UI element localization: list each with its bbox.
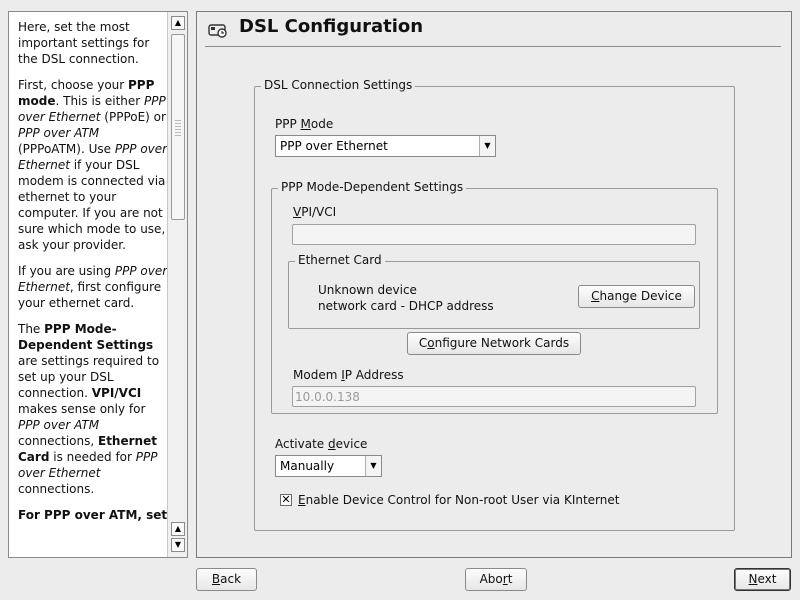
- select-value: Manually: [280, 459, 335, 473]
- help-text-span: connections,: [18, 434, 98, 448]
- label-text: PI/VCI: [301, 205, 337, 219]
- label-text: nable Device Control for Non-root User v…: [305, 493, 620, 507]
- activate-device-label: Activate device: [275, 437, 367, 451]
- group-title: DSL Connection Settings: [261, 78, 416, 92]
- label-text: PPP: [275, 117, 301, 131]
- button-label: ext: [757, 572, 777, 586]
- label-text: P Address: [344, 368, 404, 382]
- next-button[interactable]: Next: [734, 568, 791, 591]
- dsl-modem-icon: [208, 24, 227, 38]
- help-text-span: is needed for: [49, 450, 136, 464]
- group-title: PPP Mode-Dependent Settings: [278, 180, 467, 194]
- label-text: evice: [335, 437, 368, 451]
- chevron-down-icon[interactable]: ▼: [479, 136, 495, 156]
- chevron-down-icon[interactable]: ▼: [365, 456, 381, 476]
- group-title: Ethernet Card: [295, 253, 385, 267]
- modem-ip-label: Modem IP Address: [293, 368, 404, 382]
- button-label: B: [211, 572, 221, 586]
- dsl-connection-settings-group: DSL Connection Settings PPP Mode PPP ove…: [254, 78, 735, 531]
- scroll-up-arrow-icon[interactable]: ▲: [171, 522, 185, 536]
- help-text-span: (PPPoATM). Use: [18, 142, 115, 156]
- ppp-mode-dependent-settings-group: PPP Mode-Dependent Settings VPI/VCI Ethe…: [271, 180, 718, 414]
- help-paragraph: For PPP over ATM, set: [18, 507, 168, 523]
- label-text: V: [293, 205, 302, 219]
- label-text: E: [298, 493, 306, 507]
- scrollbar-thumb[interactable]: [171, 34, 185, 220]
- content-pane: DSL Configuration DSL Connection Setting…: [196, 11, 792, 558]
- button-label: Abo: [479, 572, 503, 586]
- help-text-span: Here, set the most important settings fo…: [18, 20, 150, 66]
- help-pane[interactable]: Here, set the most important settings fo…: [8, 11, 188, 558]
- help-paragraph: First, choose your PPP mode. This is eit…: [18, 77, 168, 253]
- label-text: Modem: [293, 368, 342, 382]
- label-text: M: [300, 117, 311, 131]
- help-text-span: . This is either: [55, 94, 145, 108]
- ppp-mode-label: PPP Mode: [275, 117, 333, 131]
- help-paragraph: Here, set the most important settings fo…: [18, 19, 168, 67]
- help-text-span: connections.: [18, 482, 95, 496]
- scroll-up-arrow-icon[interactable]: ▲: [171, 16, 185, 30]
- title-divider: [205, 46, 781, 47]
- page-title: DSL Configuration: [239, 16, 424, 37]
- vpi-vci-label: VPI/VCI: [293, 205, 336, 219]
- help-text-span: (PPPoE) or: [100, 110, 166, 124]
- configure-network-cards-button[interactable]: Configure Network Cards: [407, 332, 581, 355]
- help-text-span: PPP over ATM: [18, 418, 100, 432]
- label-text: Activate: [275, 437, 328, 451]
- help-text-span: VPI/VCI: [91, 386, 142, 400]
- help-paragraph: The PPP Mode-Dependent Settings are sett…: [18, 321, 168, 497]
- help-text-span: The: [18, 322, 45, 336]
- label-text: ode: [310, 117, 334, 131]
- help-text: Here, set the most important settings fo…: [18, 19, 168, 533]
- help-text-span: if your DSL modem is connected via ether…: [18, 158, 166, 252]
- ethernet-card-group: Ethernet Card Unknown device network car…: [288, 253, 700, 329]
- vpi-vci-field[interactable]: [292, 224, 696, 245]
- nonroot-control-label[interactable]: Enable Device Control for Non-root User …: [298, 493, 619, 507]
- scroll-down-arrow-icon[interactable]: ▼: [171, 538, 185, 552]
- button-label: hange Device: [599, 289, 682, 303]
- label-text: d: [328, 437, 336, 451]
- button-label: o: [427, 336, 435, 350]
- change-device-button[interactable]: Change Device: [578, 285, 695, 308]
- ethernet-device-description: network card - DHCP address: [318, 299, 494, 313]
- select-value: PPP over Ethernet: [280, 139, 388, 153]
- grip-icon: [175, 120, 181, 136]
- button-label: nfigure Network Cards: [434, 336, 570, 350]
- activate-device-select[interactable]: Manually ▼: [275, 455, 382, 477]
- button-label: C: [418, 336, 428, 350]
- button-label: ack: [220, 572, 242, 586]
- help-text-span: If you are using: [18, 264, 115, 278]
- modem-ip-field[interactable]: [292, 386, 696, 407]
- help-text-span: PPP over ATM: [18, 126, 100, 140]
- nonroot-control-checkbox[interactable]: ✕: [280, 494, 292, 506]
- help-text-span: makes sense only for: [18, 402, 146, 416]
- help-text-span: For PPP over ATM, set: [18, 508, 168, 522]
- ethernet-device-name: Unknown device: [318, 283, 417, 297]
- back-button[interactable]: Back: [196, 568, 257, 591]
- ppp-mode-select[interactable]: PPP over Ethernet ▼: [275, 135, 496, 157]
- help-scrollbar[interactable]: ▲ ▲ ▼: [167, 12, 187, 557]
- help-text-span: First, choose your: [18, 78, 129, 92]
- help-paragraph: If you are using PPP over Ethernet, firs…: [18, 263, 168, 311]
- button-label: t: [507, 572, 513, 586]
- button-label: N: [748, 572, 758, 586]
- abort-button[interactable]: Abort: [465, 568, 527, 591]
